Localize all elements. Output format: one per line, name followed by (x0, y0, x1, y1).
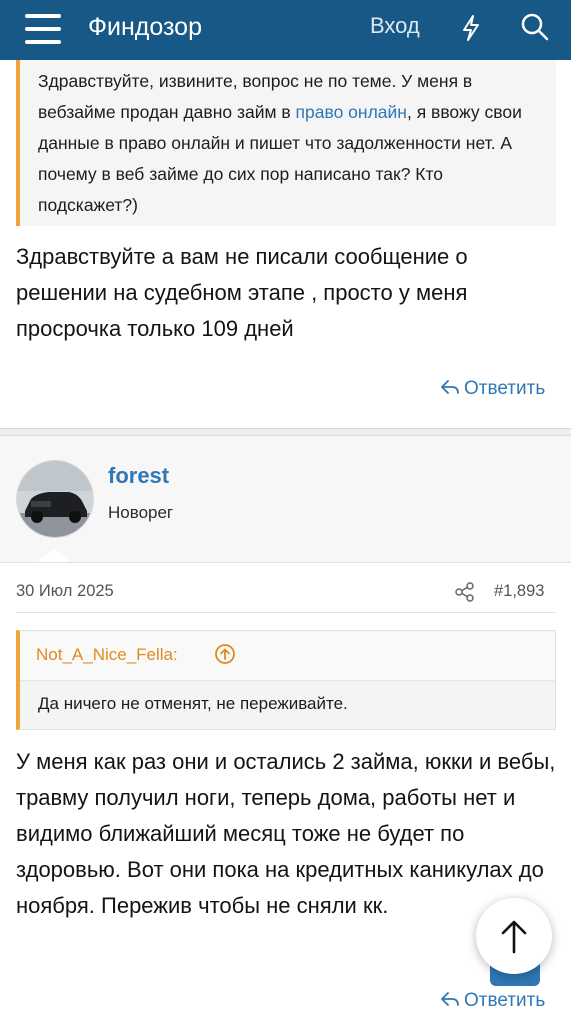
reply-button[interactable]: Ответить (440, 990, 545, 1012)
scroll-to-top-button[interactable] (476, 898, 552, 974)
site-logo[interactable]: Финдозор (88, 13, 202, 42)
meta-separator (16, 612, 556, 613)
message-text: Здравствуйте а вам не писали сообщение о… (16, 244, 468, 341)
user-title: Новорег (108, 503, 174, 522)
go-to-quoted-post-icon[interactable] (214, 643, 236, 665)
quote-header: Not_A_Nice_Fella: (20, 631, 555, 681)
search-icon[interactable] (519, 11, 551, 43)
arrow-up-icon (501, 920, 527, 954)
share-icon[interactable] (454, 581, 476, 603)
post-number[interactable]: #1,893 (494, 582, 544, 601)
post-user-block: forest Новорег (0, 436, 571, 563)
quote-author-link[interactable]: Not_A_Nice_Fella: (36, 645, 178, 665)
bolt-icon[interactable] (456, 13, 486, 43)
login-link[interactable]: Вход (370, 13, 420, 39)
username-link[interactable]: forest (108, 463, 169, 489)
quote-text: Да ничего не отменят, не переживайте. (38, 694, 348, 713)
quote-block: Not_A_Nice_Fella: Да ничего не отменят, … (16, 630, 556, 730)
quote-text: Здравствуйте, извините, вопрос не по тем… (38, 71, 522, 215)
quote-inline-link[interactable]: право онлайн (296, 102, 407, 122)
quote-body: Да ничего не отменят, не переживайте. (20, 681, 555, 729)
message-text: У меня как раз они и остались 2 займа, ю… (16, 749, 556, 918)
post-divider (0, 428, 571, 436)
quote-block: Здравствуйте, извините, вопрос не по тем… (16, 60, 556, 226)
reply-button[interactable]: Ответить (440, 378, 545, 400)
post-date[interactable]: 30 Июл 2025 (16, 582, 114, 601)
user-block-arrow (38, 548, 70, 562)
top-navigation-bar: Финдозор Вход (0, 0, 571, 60)
reply-icon (441, 380, 459, 394)
avatar[interactable] (16, 460, 94, 538)
reply-icon (441, 992, 459, 1006)
menu-icon[interactable] (25, 14, 61, 44)
